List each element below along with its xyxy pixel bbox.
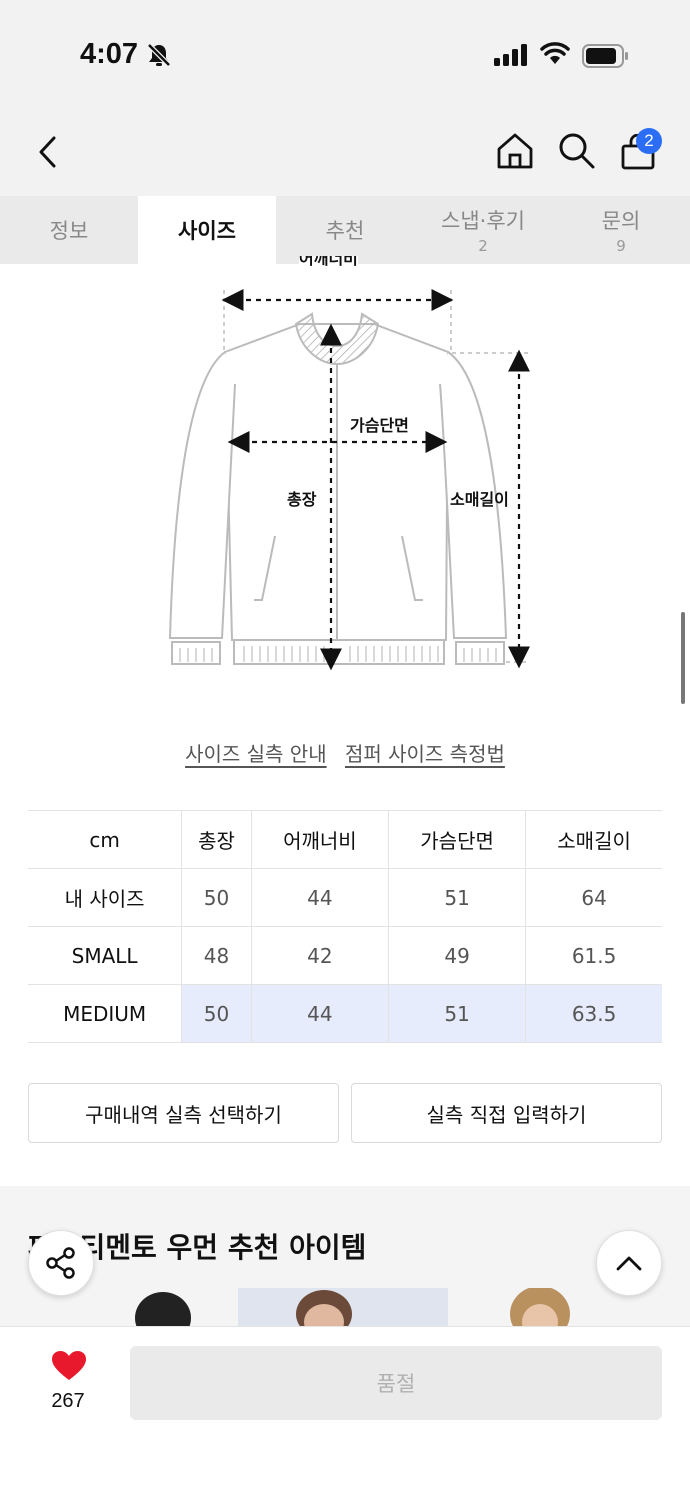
share-button[interactable] [28, 1230, 94, 1296]
table-header: 가슴단면 [388, 810, 527, 869]
table-header: 소매길이 [525, 810, 662, 869]
label-chest-width: 가슴단면 [350, 412, 409, 436]
select-purchase-history-button[interactable]: 구매내역 실측 선택하기 [28, 1083, 339, 1143]
like-count: 267 [51, 1390, 85, 1412]
tab-label: 정보 [49, 219, 89, 243]
label-shoulder-width: 어깨너비 [299, 256, 358, 270]
tab-label: 추천 [325, 219, 365, 243]
table-header: 총장 [181, 810, 252, 869]
cart-count-badge: 2 [636, 128, 662, 154]
table-cell: 51 [388, 868, 527, 927]
tab-snap-review[interactable]: 스냅·후기 2 [414, 196, 552, 264]
soldout-button[interactable]: 품절 [130, 1346, 662, 1420]
tab-recommend[interactable]: 추천 [276, 196, 414, 264]
size-guide-link[interactable]: 사이즈 실측 안내 [185, 742, 327, 766]
tab-count: 2 [478, 237, 488, 255]
jumper-measure-link[interactable]: 점퍼 사이즈 측정법 [345, 742, 505, 766]
row-label: SMALL [28, 926, 183, 985]
share-icon [46, 1247, 75, 1279]
tab-count: 9 [616, 237, 626, 255]
table-cell: 50 [181, 868, 252, 927]
table-cell: 44 [251, 984, 389, 1043]
back-chevron-icon[interactable] [36, 134, 60, 170]
jacket-outline-illustration [168, 289, 530, 671]
product-photo [296, 1290, 352, 1328]
search-icon[interactable] [558, 132, 596, 170]
scroll-to-top-button[interactable] [596, 1230, 662, 1296]
table-cell: 50 [181, 984, 252, 1043]
table-cell: 61.5 [525, 926, 662, 985]
table-row-highlighted: MEDIUM 50 44 51 63.5 [28, 984, 662, 1043]
label-sleeve-length: 소매길이 [450, 490, 509, 509]
cellular-signal-icon [494, 44, 527, 66]
table-cell: 44 [251, 868, 389, 927]
table-cell: 64 [525, 868, 662, 927]
product-tabs: 정보 사이즈 추천 스냅·후기 2 문의 9 [0, 196, 690, 264]
chevron-up-icon [616, 1256, 642, 1271]
tab-label: 스냅·후기 [441, 209, 525, 233]
manual-input-button[interactable]: 실측 직접 입력하기 [351, 1083, 662, 1143]
size-table: cm 총장 어깨너비 가슴단면 소매길이 내 사이즈 50 44 51 64 S… [28, 810, 662, 1043]
scrollbar-thumb[interactable] [681, 612, 685, 704]
row-label: 내 사이즈 [28, 868, 183, 927]
table-cell: 48 [181, 926, 252, 985]
table-row: 내 사이즈 50 44 51 64 [28, 868, 662, 927]
tab-info[interactable]: 정보 [0, 196, 138, 264]
battery-icon [582, 44, 628, 68]
table-cell: 63.5 [525, 984, 662, 1043]
table-header-row: cm 총장 어깨너비 가슴단면 소매길이 [28, 810, 662, 869]
tab-inquiry[interactable]: 문의 9 [552, 196, 690, 264]
tab-label: 문의 [601, 209, 641, 233]
table-cell: 51 [388, 984, 527, 1043]
tab-label: 사이즈 [178, 219, 236, 243]
size-measurement-diagram: 어깨너비 가슴단면 총장 소매길이 [0, 256, 690, 694]
table-header: 어깨너비 [251, 810, 389, 869]
table-cell: 42 [251, 926, 389, 985]
status-time: 4:07 [80, 38, 139, 70]
home-icon[interactable] [496, 132, 534, 170]
label-total-length: 총장 [287, 486, 317, 510]
table-row: SMALL 48 42 49 61.5 [28, 926, 662, 985]
bell-muted-icon [147, 43, 171, 67]
size-guide-links: 사이즈 실측 안내 점퍼 사이즈 측정법 [0, 738, 690, 767]
tab-size[interactable]: 사이즈 [138, 196, 276, 264]
row-label: MEDIUM [28, 984, 183, 1043]
heart-icon[interactable] [51, 1350, 87, 1382]
table-cell: 49 [388, 926, 527, 985]
wifi-icon [540, 42, 570, 64]
status-bar: 4:07 [0, 0, 690, 110]
product-thumbnail[interactable] [238, 1288, 448, 1328]
table-header: cm [28, 810, 183, 869]
